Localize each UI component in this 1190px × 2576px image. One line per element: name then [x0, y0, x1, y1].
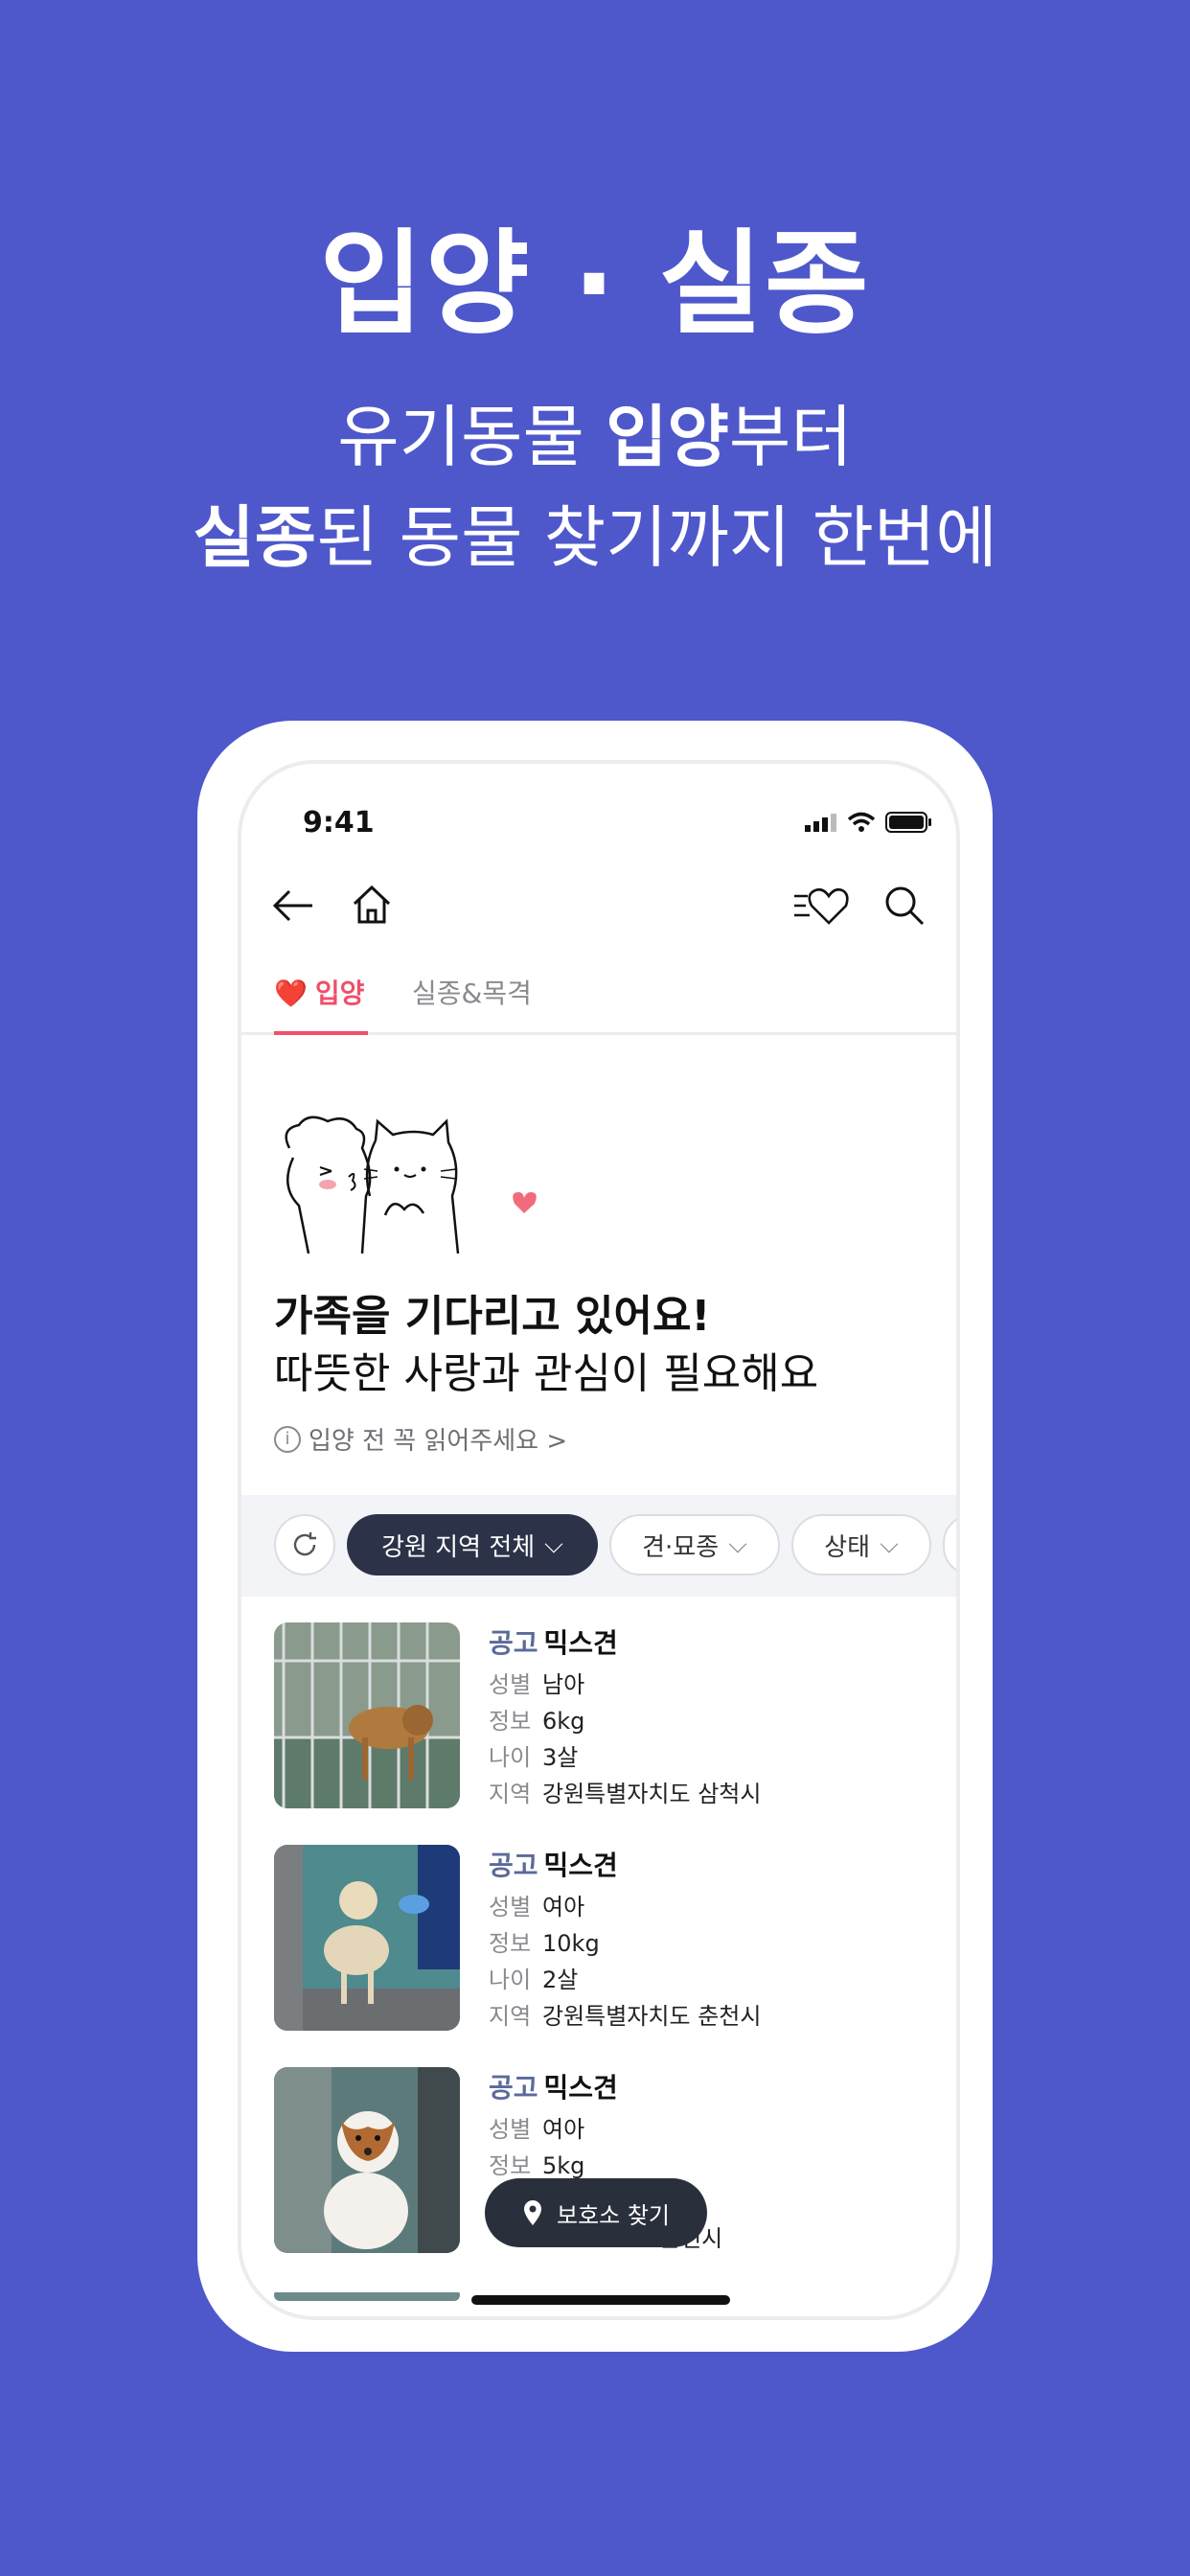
more-filter[interactable] [943, 1514, 956, 1576]
cat-bear-illustration [285, 1116, 537, 1254]
notice-tag: 공고 [489, 1850, 538, 1881]
back-button[interactable] [264, 877, 322, 934]
notice-tag: 공고 [489, 2072, 538, 2104]
pet-photo [274, 2067, 460, 2253]
breed: 믹스견 [543, 1850, 618, 1881]
home-indicator [471, 2295, 730, 2305]
home-icon [353, 885, 391, 924]
location-pin-icon [523, 2200, 541, 2225]
pet-photo [274, 2289, 460, 2301]
heart-list-icon [794, 887, 849, 925]
heart-icon: ❤️ [274, 978, 308, 1009]
weight: 10kg [542, 1930, 600, 1957]
status-time: 9:41 [303, 806, 375, 840]
chevron-down-icon: ⌵ [880, 1530, 899, 1559]
battery-icon [885, 812, 931, 833]
status-filter[interactable]: 상태 ⌵ [791, 1514, 931, 1576]
status-bar: 9:41 [241, 793, 956, 850]
home-button[interactable] [343, 877, 400, 934]
phone-screen: 9:41 ❤️ 입양 실종&목격 가족을 기다리고 있어요! 따뜻한 사랑과 관… [238, 760, 960, 2320]
info-icon: i [274, 1425, 301, 1453]
breed: 믹스견 [543, 2072, 618, 2104]
weight: 5kg [542, 2152, 585, 2179]
sex: 여아 [542, 1894, 585, 1920]
signal-icon [805, 814, 836, 832]
filter-bar: 강원 지역 전체 ⌵ 견·묘종 ⌵ 상태 ⌵ [241, 1495, 956, 1597]
refresh-button[interactable] [274, 1514, 335, 1576]
sex: 여아 [542, 2116, 585, 2143]
pet-photo [274, 1845, 460, 2031]
tab-missing[interactable]: 실종&목격 [412, 973, 532, 1011]
list-item[interactable]: 공고 믹스견 성별 남아 정보 6kg 나이 3살 지역 강원특별자치도 삼척시 [241, 1622, 956, 1814]
notice-tag: 공고 [489, 1627, 538, 1659]
region-filter[interactable]: 강원 지역 전체 ⌵ [347, 1514, 598, 1576]
chevron-down-icon: ⌵ [544, 1530, 563, 1559]
refresh-icon [293, 1532, 316, 1556]
banner-illustration [241, 1035, 956, 1303]
species-filter[interactable]: 견·묘종 ⌵ [609, 1514, 780, 1576]
list-item[interactable] [241, 2289, 956, 2316]
wifi-icon [847, 812, 876, 832]
pet-photo [274, 1622, 460, 1808]
banner-title: 가족을 기다리고 있어요! [274, 1292, 711, 1341]
search-icon [885, 886, 925, 926]
find-shelter-button[interactable]: 보호소 찾기 [485, 2178, 707, 2247]
age: 3살 [542, 1744, 579, 1771]
hero-headline: 입양 · 실종 [319, 218, 871, 350]
arrow-left-icon [272, 889, 312, 922]
region: 강원특별자치도 삼척시 [542, 1781, 762, 1807]
age: 2살 [542, 1966, 579, 1993]
list-item[interactable]: 공고 믹스견 성별 여아 정보 10kg 나이 2살 지역 강원특별자치도 춘천시 [241, 1845, 956, 2036]
search-button[interactable] [876, 877, 933, 934]
tab-adoption[interactable]: ❤️ 입양 [274, 973, 364, 1011]
top-nav [241, 867, 956, 944]
adoption-guide-link[interactable]: i 입양 전 꼭 읽어주세요 > [274, 1421, 567, 1457]
weight: 6kg [542, 1708, 585, 1735]
hero-line-2: 실종된 동물 찾기까지 한번에 [193, 498, 997, 577]
banner-subtitle: 따뜻한 사랑과 관심이 필요해요 [274, 1349, 819, 1398]
sex: 남아 [542, 1671, 585, 1698]
tab-bar: ❤️ 입양 실종&목격 [241, 955, 956, 1035]
favorites-button[interactable] [786, 877, 857, 934]
hero-line-1: 유기동물 입양부터 [337, 398, 853, 476]
region: 강원특별자치도 춘천시 [542, 2003, 762, 2030]
chevron-down-icon: ⌵ [728, 1530, 747, 1559]
breed: 믹스견 [543, 1627, 618, 1659]
